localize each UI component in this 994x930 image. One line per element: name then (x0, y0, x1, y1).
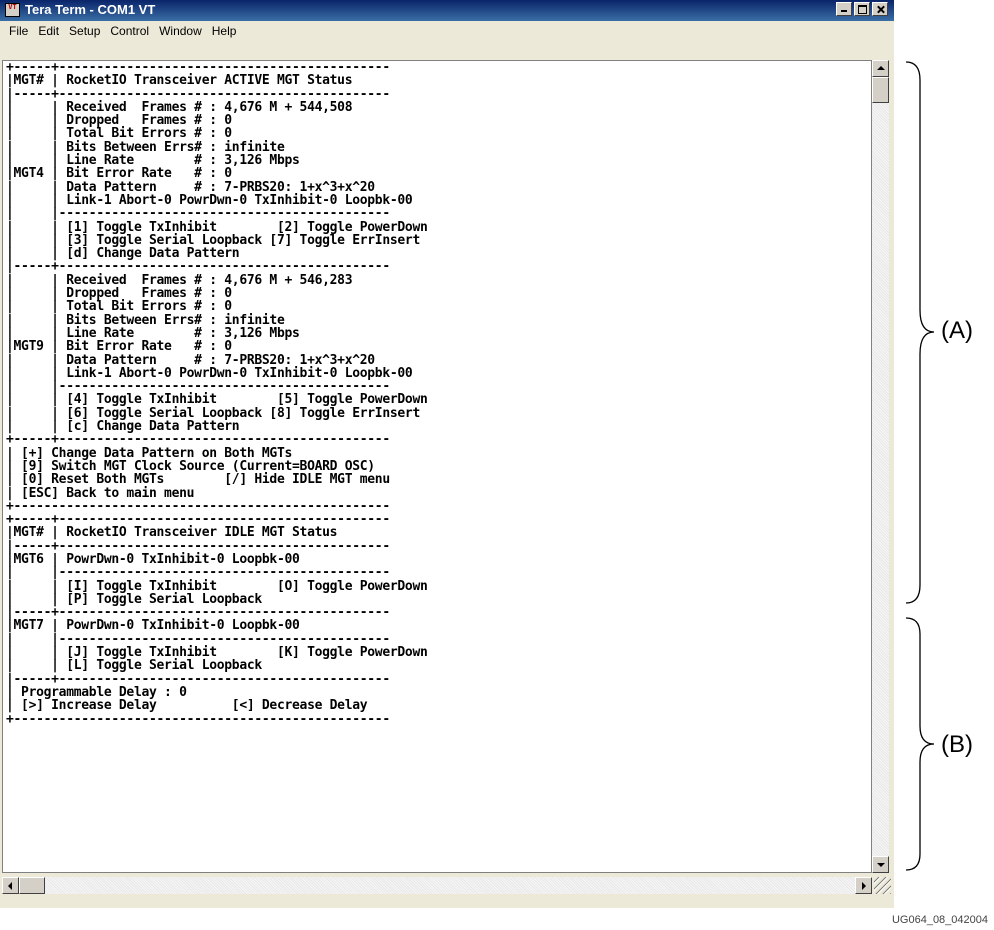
terminal-line: | |-------------------------------------… (6, 631, 390, 647)
terminal-line: | |-------------------------------------… (6, 206, 390, 222)
terminal-line: | | Dropped Frames # : 0 (6, 286, 232, 302)
terminal-line: | | [I] Toggle TxInhibit [O] Toggle Powe… (6, 578, 428, 594)
terminal-line: |-----+---------------------------------… (6, 259, 390, 275)
terminal-line: |-----+---------------------------------… (6, 86, 390, 102)
terminal-line: | | Data Pattern # : 7-PRBS20: 1+x^3+x^2… (6, 179, 375, 195)
terminal-line: | | [J] Toggle TxInhibit [K] Toggle Powe… (6, 645, 428, 661)
terminal-line: +---------------------------------------… (6, 498, 390, 514)
terminal-line: |-----+---------------------------------… (6, 538, 390, 554)
terminal-line: |MGT7 | PowrDwn-0 TxInhibit-0 Loopbk-00 (6, 618, 300, 634)
menu-file[interactable]: File (4, 24, 33, 38)
app-icon[interactable]: VT (5, 3, 20, 17)
terminal-line: |-----+---------------------------------… (6, 671, 390, 687)
menu-control[interactable]: Control (105, 24, 154, 38)
terminal-line: | | [6] Toggle Serial Loopback [8] Toggl… (6, 405, 420, 421)
figure-id: UG064_08_042004 (891, 914, 988, 926)
terminal-line: | | Link-1 Abort-0 PowrDwn-0 TxInhibit-0… (6, 192, 413, 208)
terminal-line: | | Total Bit Errors # : 0 (6, 126, 232, 142)
menu-bar: File Edit Setup Control Window Help (0, 21, 894, 41)
terminal-line: | | [d] Change Data Pattern (6, 246, 240, 262)
terminal-line: | | [P] Toggle Serial Loopback (6, 591, 262, 607)
terminal-line: | Programmable Delay : 0 (6, 684, 187, 700)
terminal-line: +-----+---------------------------------… (6, 432, 390, 448)
scroll-right-arrow-icon[interactable] (855, 877, 872, 894)
close-button[interactable] (872, 2, 888, 16)
terminal-line: | | Dropped Frames # : 0 (6, 113, 232, 129)
terminal-text: +-----+---------------------------------… (6, 61, 428, 726)
terminal-line: +-----+---------------------------------… (6, 60, 390, 75)
terminal-line: | | Bits Between Errs# : infinite (6, 139, 285, 155)
terminal-line: | |-------------------------------------… (6, 379, 390, 395)
terminal-line: | [>] Increase Delay [<] Decrease Delay (6, 698, 368, 714)
terminal-line: | | [1] Toggle TxInhibit [2] Toggle Powe… (6, 219, 428, 235)
terminal-line: | | Received Frames # : 4,676 M + 546,28… (6, 272, 353, 288)
terminal-line: | | Link-1 Abort-0 PowrDwn-0 TxInhibit-0… (6, 365, 413, 381)
terminal-line: | |-------------------------------------… (6, 565, 390, 581)
scroll-down-arrow-icon[interactable] (872, 856, 889, 873)
vertical-scrollbar[interactable] (872, 60, 889, 873)
terminal-line: | | [c] Change Data Pattern (6, 419, 240, 435)
terminal-line: |MGT# | RocketIO Transceiver ACTIVE MGT … (6, 73, 353, 89)
terminal-line: | | Received Frames # : 4,676 M + 544,50… (6, 99, 353, 115)
title-bar[interactable]: VT Tera Term - COM1 VT (0, 0, 894, 21)
terminal-line: | [+] Change Data Pattern on Both MGTs (6, 445, 293, 461)
terminal-line: | [0] Reset Both MGTs [/] Hide IDLE MGT … (6, 472, 390, 488)
terminal-line: | | [L] Toggle Serial Loopback (6, 658, 262, 674)
terminal-line: | | Total Bit Errors # : 0 (6, 299, 232, 315)
terminal-line: | [9] Switch MGT Clock Source (Current=B… (6, 458, 375, 474)
terminal-line: +-----+---------------------------------… (6, 512, 390, 528)
horizontal-scrollbar[interactable] (2, 877, 872, 894)
terminal-line: | | [3] Toggle Serial Loopback [7] Toggl… (6, 232, 420, 248)
maximize-button[interactable] (854, 2, 870, 16)
terminal-line: |MGT9 | Bit Error Rate # : 0 (6, 339, 232, 355)
terminal-line: | | Line Rate # : 3,126 Mbps (6, 153, 300, 169)
brace-b-label: (B) (941, 731, 973, 758)
terminal-line: | | Line Rate # : 3,126 Mbps (6, 325, 300, 341)
terminal-line: |MGT6 | PowrDwn-0 TxInhibit-0 Loopbk-00 (6, 551, 300, 567)
resize-grip-icon[interactable] (874, 877, 891, 894)
terminal-line: |-----+---------------------------------… (6, 605, 390, 621)
scroll-up-arrow-icon[interactable] (872, 60, 889, 77)
terminal-line: | [ESC] Back to main menu (6, 485, 195, 501)
terminal-line: | | Data Pattern # : 7-PRBS20: 1+x^3+x^2… (6, 352, 375, 368)
scroll-left-arrow-icon[interactable] (2, 877, 19, 894)
menu-setup[interactable]: Setup (64, 24, 105, 38)
vertical-scroll-thumb[interactable] (872, 77, 889, 103)
terminal-line: |MGT4 | Bit Error Rate # : 0 (6, 166, 232, 182)
terminal-line: | | Bits Between Errs# : infinite (6, 312, 285, 328)
menu-help[interactable]: Help (207, 24, 242, 38)
menu-edit[interactable]: Edit (33, 24, 64, 38)
terminal-line: +---------------------------------------… (6, 711, 390, 727)
horizontal-scroll-thumb[interactable] (19, 877, 45, 894)
brace-a-label: (A) (941, 317, 973, 344)
terminal-screen[interactable]: +-----+---------------------------------… (2, 60, 872, 873)
menu-window[interactable]: Window (154, 24, 207, 38)
minimize-button[interactable] (836, 2, 852, 16)
window-controls (834, 2, 888, 16)
tera-term-window: VT Tera Term - COM1 VT File Edit Setup C… (0, 0, 894, 908)
terminal-line: |MGT# | RocketIO Transceiver IDLE MGT St… (6, 525, 338, 541)
window-title: Tera Term - COM1 VT (25, 2, 156, 17)
terminal-line: | | [4] Toggle TxInhibit [5] Toggle Powe… (6, 392, 428, 408)
